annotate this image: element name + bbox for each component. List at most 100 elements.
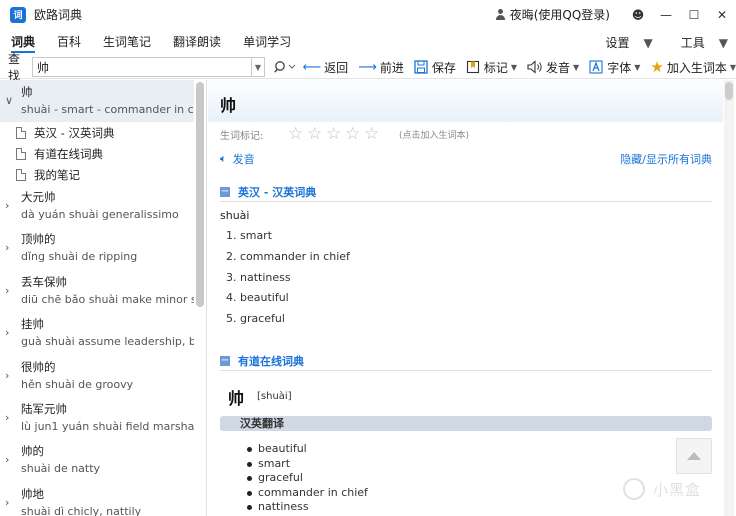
pronounce-button[interactable]: 发音 ▼	[527, 59, 579, 76]
list-item[interactable]: › 帅的 shuài de natty	[0, 439, 194, 481]
section-header-youdao[interactable]: − 有道在线词典	[220, 351, 712, 371]
dict-link-en-cn[interactable]: 英汉 - 汉英词典	[0, 122, 194, 143]
headword-banner: 帅	[208, 80, 723, 122]
toolbar: 查找 ▼ ⟵ 返回 ⟶ 前进 保存 标记 ▼	[0, 52, 736, 83]
list-item-translation: shuài de natty	[21, 462, 101, 476]
chevron-right-icon[interactable]: ›	[5, 411, 9, 424]
close-button[interactable]: ✕	[708, 0, 736, 29]
list-item[interactable]: › 陆军元帅 lù jun1 yuán shuài field marshal	[0, 397, 194, 439]
list-item[interactable]: › 丢车保帅 diū chē bǎo shuài make minor sacr…	[0, 270, 194, 312]
translation-header: 汉英翻译	[220, 416, 712, 431]
chevron-down-icon: ▼	[573, 62, 580, 72]
tab-translate[interactable]: 翻译朗读	[162, 29, 232, 55]
list-item-word: 丢车保帅	[21, 274, 67, 289]
toggle-all-dictionaries-link[interactable]: 隐藏/显示所有词典	[620, 151, 712, 167]
dict-link-youdao[interactable]: 有道在线词典	[0, 143, 194, 164]
watermark: 小黑盒	[623, 478, 701, 500]
pronounce-link-label: 发音	[232, 153, 255, 166]
settings-menu[interactable]: 设置 ▼	[592, 34, 653, 51]
rating-hint: (点击加入生词本)	[399, 131, 470, 141]
chevron-right-icon[interactable]: ›	[5, 453, 9, 466]
back-button[interactable]: ⟵ 返回	[303, 59, 349, 76]
definition-item: 4. beautiful	[226, 291, 289, 305]
definition-item: 5. graceful	[226, 312, 285, 326]
translation-item: beautiful	[247, 442, 368, 457]
back-label: 返回	[324, 60, 349, 75]
star-outline-icon[interactable]: ☆	[345, 126, 361, 143]
settings-label: 设置	[605, 35, 630, 50]
search-input[interactable]	[31, 57, 252, 77]
collapse-icon[interactable]: −	[220, 186, 230, 197]
back-to-top-button[interactable]	[676, 438, 712, 474]
pronounce-link[interactable]: 🔈︎ 发音	[220, 151, 255, 167]
collapse-icon[interactable]: −	[220, 355, 230, 366]
list-item-word: 顶帅的	[21, 232, 56, 247]
document-icon	[16, 147, 26, 160]
definition-scrollbar[interactable]	[724, 80, 734, 516]
scrollbar-thumb[interactable]	[196, 82, 204, 307]
star-outline-icon[interactable]: ☆	[288, 126, 304, 143]
speaker-icon	[527, 60, 542, 74]
tab-wordbook[interactable]: 生词笔记	[92, 29, 162, 55]
list-item-translation: dà yuán shuài generalissimo	[21, 208, 179, 221]
section-header-en-cn[interactable]: − 英汉 - 汉英词典	[220, 182, 712, 202]
translation-item: nattiness	[247, 500, 368, 515]
app-title: 欧路词典	[34, 8, 83, 22]
list-item-translation: diū chē bǎo shuài make minor sacrifices	[21, 292, 194, 306]
list-item-selected[interactable]: ∨ 帅 shuài - smart - commander in chief	[0, 80, 194, 122]
minimize-button[interactable]: —	[652, 0, 680, 29]
star-icon: ★	[650, 58, 664, 76]
youdao-phonetic: [shuài]	[257, 391, 292, 402]
chevron-down-icon[interactable]: ∨	[5, 94, 13, 107]
font-icon	[589, 60, 603, 74]
chevron-right-icon[interactable]: ›	[5, 369, 9, 382]
word-list: ∨ 帅 shuài - smart - commander in chief 英…	[0, 80, 194, 516]
chevron-right-icon[interactable]: ›	[5, 241, 9, 254]
chevron-right-icon[interactable]: ›	[5, 284, 9, 297]
chevron-down-icon: ▼	[718, 35, 728, 50]
star-outline-icon[interactable]: ☆	[307, 126, 323, 143]
tools-menu[interactable]: 工具 ▼	[667, 34, 728, 51]
watermark-text: 小黑盒	[653, 480, 702, 499]
font-button[interactable]: 字体 ▼	[589, 59, 640, 76]
font-label: 字体	[607, 60, 632, 75]
star-outline-icon[interactable]: ☆	[364, 126, 380, 143]
forward-button[interactable]: ⟶ 前进	[358, 59, 404, 76]
search-history-dropdown[interactable]: ▼	[251, 57, 265, 77]
maximize-button[interactable]: ☐	[680, 0, 708, 29]
search-icon	[273, 61, 296, 73]
list-item[interactable]: › 大元帅 dà yuán shuài generalissimo	[0, 185, 194, 227]
tab-word-study[interactable]: 单词学习	[232, 29, 302, 55]
add-to-wordbook-button[interactable]: ★ 加入生词本 ▼	[650, 58, 736, 76]
dict-link-label: 英汉 - 汉英词典	[34, 125, 115, 140]
list-item[interactable]: › 很帅的 hěn shuài de groovy	[0, 355, 194, 397]
chevron-right-icon[interactable]: ›	[5, 496, 9, 509]
dict-link-notes[interactable]: 我的笔记	[0, 164, 194, 185]
list-item[interactable]: › 顶帅的 dǐng shuài de ripping	[0, 227, 194, 269]
tab-encyclopedia[interactable]: 百科	[46, 29, 92, 55]
mark-button[interactable]: 标记 ▼	[466, 59, 517, 76]
list-item[interactable]: › 挂帅 guà shuài assume leadership, be in …	[0, 312, 194, 354]
star-outline-icon[interactable]: ☆	[326, 126, 342, 143]
mark-label: 标记	[483, 60, 508, 75]
bookmark-icon	[466, 60, 479, 74]
user-icon	[495, 9, 506, 20]
translation-item: smart	[247, 457, 368, 472]
translation-list: beautiful smart graceful commander in ch…	[247, 442, 368, 515]
scrollbar-thumb[interactable]	[725, 82, 733, 100]
headword: 帅	[220, 96, 237, 115]
list-item-translation: guà shuài assume leadership, be in comma…	[21, 335, 194, 349]
word-list-scrollbar[interactable]	[196, 80, 204, 516]
list-item-word: 很帅的	[21, 359, 56, 374]
chevron-right-icon[interactable]: ›	[5, 199, 9, 212]
list-item[interactable]: › 帅地 shuài dì chicly, nattily	[0, 482, 194, 516]
chevron-right-icon[interactable]: ›	[5, 326, 9, 339]
user-account[interactable]: 夜晦(使用QQ登录)	[495, 6, 610, 23]
search-button[interactable]	[271, 60, 299, 74]
save-icon	[414, 60, 428, 74]
forward-label: 前进	[379, 60, 404, 75]
save-button[interactable]: 保存	[414, 59, 456, 76]
pronounce-label: 发音	[546, 60, 571, 75]
arrow-up-icon	[687, 452, 701, 460]
skin-button[interactable]: ☻	[624, 0, 652, 29]
